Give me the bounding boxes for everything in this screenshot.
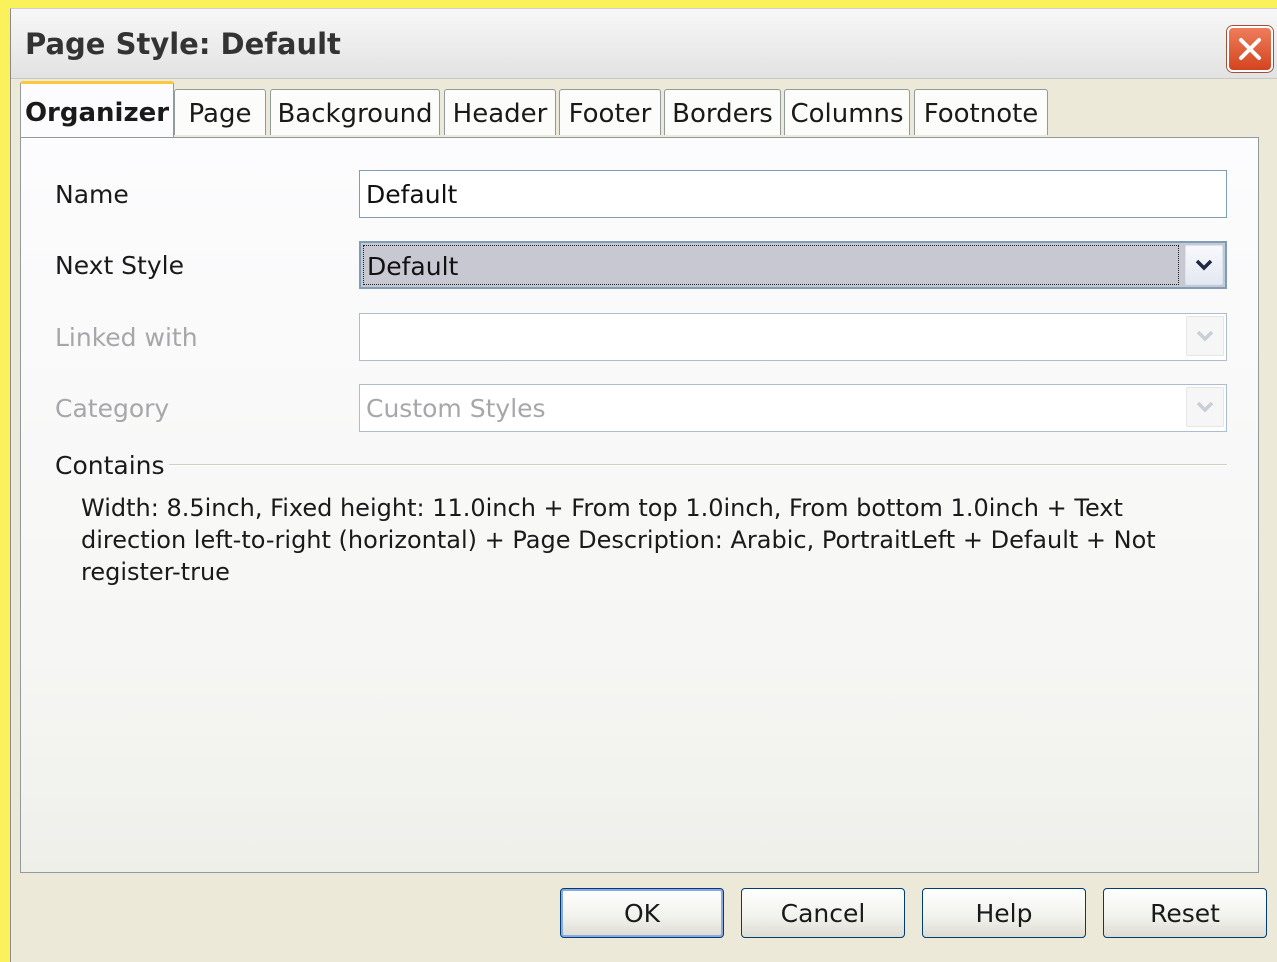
tab-label: Borders bbox=[672, 99, 773, 129]
category-dropdown-button[interactable] bbox=[1186, 387, 1224, 427]
name-value: Default bbox=[366, 180, 458, 209]
tab-label: Page bbox=[188, 99, 252, 129]
cancel-button[interactable]: Cancel bbox=[741, 888, 905, 938]
reset-button[interactable]: Reset bbox=[1103, 888, 1267, 938]
close-icon bbox=[1239, 38, 1261, 60]
tab-page[interactable]: Page bbox=[174, 89, 266, 135]
tab-organizer[interactable]: Organizer bbox=[20, 81, 174, 137]
name-label: Name bbox=[55, 180, 129, 209]
contains-divider bbox=[169, 464, 1227, 466]
linked-with-dropdown-button[interactable] bbox=[1186, 316, 1224, 356]
reset-button-label: Reset bbox=[1150, 899, 1220, 928]
ok-button-label: OK bbox=[623, 899, 661, 928]
tab-label: Header bbox=[452, 99, 548, 129]
tab-label: Footer bbox=[568, 99, 652, 129]
name-field[interactable]: Default bbox=[359, 170, 1227, 218]
tab-label: Footnote bbox=[923, 99, 1039, 129]
chevron-down-icon bbox=[1195, 259, 1213, 271]
tab-label: Organizer bbox=[24, 98, 170, 128]
tab-header[interactable]: Header bbox=[444, 89, 556, 135]
contains-label: Contains bbox=[55, 451, 165, 480]
close-button[interactable] bbox=[1227, 26, 1273, 72]
ok-button[interactable]: OK bbox=[560, 888, 724, 938]
tab-columns[interactable]: Columns bbox=[784, 89, 910, 135]
cancel-button-label: Cancel bbox=[780, 899, 866, 928]
tab-label: Background bbox=[277, 99, 433, 129]
category-value: Custom Styles bbox=[366, 394, 546, 423]
category-label: Category bbox=[55, 394, 170, 423]
chevron-down-icon bbox=[1196, 330, 1214, 342]
organizer-panel: Name Default Next Style Default Linked w… bbox=[20, 137, 1259, 873]
tab-borders[interactable]: Borders bbox=[664, 89, 781, 135]
tab-footer[interactable]: Footer bbox=[559, 89, 661, 135]
help-button-label: Help bbox=[975, 899, 1033, 928]
title-bar[interactable]: Page Style: Default bbox=[11, 9, 1277, 79]
tab-footnote[interactable]: Footnote bbox=[914, 89, 1048, 135]
tab-label: Columns bbox=[790, 99, 904, 129]
help-button[interactable]: Help bbox=[922, 888, 1086, 938]
category-select[interactable]: Custom Styles bbox=[359, 384, 1227, 432]
focus-rectangle bbox=[363, 245, 1179, 285]
next-style-select[interactable]: Default bbox=[359, 241, 1227, 289]
window-title: Page Style: Default bbox=[25, 27, 341, 61]
next-style-dropdown-button[interactable] bbox=[1185, 245, 1223, 285]
chevron-down-icon bbox=[1196, 401, 1214, 413]
contains-description: Width: 8.5inch, Fixed height: 11.0inch +… bbox=[81, 494, 1156, 586]
linked-with-select[interactable] bbox=[359, 313, 1227, 361]
linked-with-label: Linked with bbox=[55, 323, 198, 352]
tab-background[interactable]: Background bbox=[270, 89, 440, 135]
next-style-label: Next Style bbox=[55, 251, 184, 280]
